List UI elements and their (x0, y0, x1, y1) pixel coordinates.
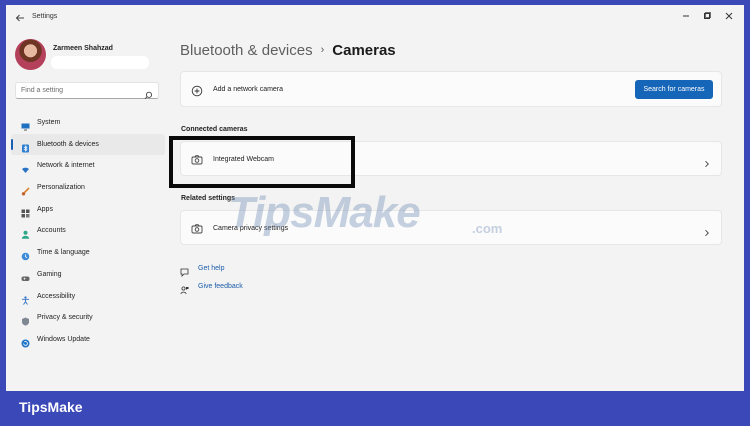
get-help-label: Get help (198, 265, 225, 272)
sidebar-item-label: Windows Update (37, 335, 90, 343)
camera-icon (191, 222, 203, 234)
search-icon (144, 87, 153, 100)
sidebar-item-accounts[interactable]: Accounts (11, 220, 165, 242)
add-circle-icon (191, 84, 203, 97)
sidebar-item-label: Accounts (37, 227, 66, 235)
sidebar: Zarmeen Shahzad Find a setting System Bl… (6, 31, 166, 391)
sidebar-item-privacy-security[interactable]: Privacy & security (11, 307, 165, 329)
gamepad-icon (21, 270, 30, 281)
update-icon (21, 335, 30, 348)
watermark-suffix: .com (472, 221, 503, 236)
sidebar-item-gaming[interactable]: Gaming (11, 264, 165, 286)
chevron-right-icon (703, 224, 711, 237)
shield-icon (21, 313, 30, 326)
sidebar-item-label: Privacy & security (37, 314, 93, 322)
search-for-cameras-button[interactable]: Search for cameras (635, 80, 713, 99)
sidebar-item-windows-update[interactable]: Windows Update (11, 329, 165, 351)
sidebar-item-apps[interactable]: Apps (11, 199, 165, 221)
redacted-email (51, 56, 149, 69)
get-help-link[interactable]: Get help (180, 263, 300, 277)
person-icon (21, 226, 30, 240)
feedback-icon (180, 282, 189, 295)
sidebar-item-time-language[interactable]: Time & language (11, 242, 165, 264)
sidebar-item-label: Gaming (37, 270, 62, 278)
sidebar-item-label: Accessibility (37, 292, 76, 300)
brush-icon (21, 183, 30, 196)
app-title: Settings (32, 13, 58, 20)
back-arrow-icon[interactable] (14, 11, 26, 23)
sidebar-item-label: Personalization (37, 184, 85, 192)
sidebar-item-label: Apps (37, 205, 53, 213)
chevron-right-icon (703, 155, 711, 168)
breadcrumb-parent[interactable]: Bluetooth & devices (180, 42, 313, 59)
apps-icon (21, 205, 30, 218)
page-title: Cameras (332, 42, 396, 59)
give-feedback-link[interactable]: Give feedback (180, 281, 300, 295)
sidebar-item-label: Bluetooth & devices (37, 140, 99, 148)
watermark: TipsMake (228, 188, 421, 237)
title-bar: Settings (6, 5, 744, 31)
help-icon (180, 264, 189, 277)
accessibility-icon (21, 292, 30, 305)
avatar[interactable] (15, 39, 46, 70)
monitor-icon (21, 118, 30, 131)
breadcrumb: Bluetooth & devices › Cameras (180, 42, 396, 64)
sidebar-item-system[interactable]: System (11, 112, 165, 134)
related-settings-heading: Related settings (181, 195, 236, 202)
sidebar-item-label: Time & language (37, 249, 90, 257)
search-input[interactable]: Find a setting (15, 82, 159, 100)
globe-clock-icon (21, 248, 30, 261)
user-name: Zarmeen Shahzad (53, 45, 113, 52)
wifi-icon (21, 161, 30, 174)
sidebar-item-accessibility[interactable]: Accessibility (11, 286, 165, 308)
maximize-button[interactable] (699, 10, 715, 22)
sidebar-item-label: Network & internet (37, 162, 95, 170)
highlight-box (169, 136, 355, 188)
selection-indicator (11, 138, 13, 150)
breadcrumb-separator: › (320, 44, 325, 56)
sidebar-item-network-internet[interactable]: Network & internet (11, 155, 165, 177)
brand-footer: TipsMake (19, 399, 83, 415)
bluetooth-icon (21, 140, 30, 153)
add-network-camera-card: Add a network camera Search for cameras (180, 71, 722, 107)
give-feedback-label: Give feedback (198, 283, 243, 290)
sidebar-item-bluetooth-devices[interactable]: Bluetooth & devices (11, 133, 165, 156)
search-placeholder: Find a setting (21, 87, 64, 94)
minimize-button[interactable] (678, 10, 694, 22)
sidebar-item-label: System (37, 119, 61, 126)
add-network-camera-label: Add a network camera (213, 86, 284, 93)
close-button[interactable] (721, 10, 737, 22)
nav-list: System Bluetooth & devices Network & int… (11, 112, 165, 351)
connected-cameras-heading: Connected cameras (181, 126, 248, 133)
sidebar-item-personalization[interactable]: Personalization (11, 177, 165, 199)
